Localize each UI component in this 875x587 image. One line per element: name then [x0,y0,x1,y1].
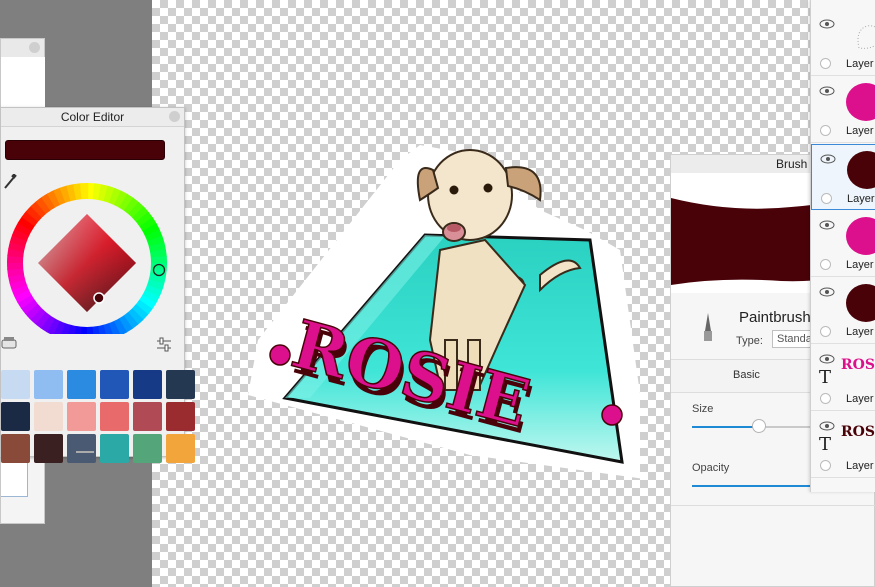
layer-thumbnail [846,284,875,322]
rosie-sticker-artwork[interactable]: ROSIE ROSIE [240,140,640,490]
layers-panel: Layer Layer Layer Layer Layer T ROSIE Layer T ROS… [810,0,875,492]
layer-name: Layer [846,58,874,70]
palette-swatch[interactable] [1,370,30,399]
left-dot [269,344,291,366]
layer-select-radio[interactable] [820,259,831,270]
layer-select-radio[interactable] [820,393,831,404]
palette-row [1,434,195,463]
palette-swatch[interactable] [1,434,30,463]
layer-name: Layer [846,326,874,338]
close-icon[interactable] [169,111,180,122]
paintbrush-icon [704,313,712,341]
eye-icon[interactable] [819,286,835,298]
brush-type-label: Type: [736,335,763,347]
divider [671,505,875,506]
eye-icon[interactable] [819,420,835,432]
text-layer-icon: T [819,367,832,388]
layer-select-radio[interactable] [821,193,832,204]
palette-swatch[interactable] [166,370,195,399]
palette-row [1,370,195,399]
navigator-header [1,39,44,58]
eyedropper-icon[interactable] [4,174,17,189]
color-handle[interactable] [93,292,105,304]
palette-swatch[interactable] [100,402,129,431]
layer-name: Layer [846,125,874,137]
layer-row[interactable]: Layer [811,10,875,76]
size-slider-handle[interactable] [751,419,766,433]
palette-swatch[interactable] [133,370,162,399]
color-editor-panel: Color Editor [0,107,195,463]
opacity-label: Opacity [692,462,730,474]
layer-row[interactable]: T ROSIE Layer [811,412,875,478]
palette-swatch[interactable] [67,434,96,463]
size-slider-fill [692,426,759,428]
layer-select-radio[interactable] [820,460,831,471]
brush-tool-icon[interactable] [1,334,19,354]
palette-swatch[interactable] [34,402,63,431]
layer-name: Layer [846,460,874,472]
eye-icon[interactable] [819,219,835,231]
palette-swatch[interactable] [67,402,96,431]
color-editor-title: Color Editor [1,108,184,127]
palette-swatch[interactable] [166,402,195,431]
brush-name: Paintbrush [739,309,811,326]
palette-swatch[interactable] [133,434,162,463]
layer-thumbnail: ROSIE [841,424,875,440]
layer-row[interactable]: Layer [811,211,875,277]
resize-grip[interactable] [76,451,94,453]
layer-row[interactable]: T ROSIE Layer [811,345,875,411]
layer-name: Layer [846,393,874,405]
layer-select-radio[interactable] [820,58,831,69]
palette-swatch[interactable] [133,402,162,431]
eye-icon[interactable] [819,353,835,365]
eye-icon[interactable] [819,85,835,97]
right-dot [601,404,623,426]
palette-swatch[interactable] [34,434,63,463]
color-wheel[interactable] [1,174,181,334]
layer-name: Layer [846,259,874,271]
size-label: Size [692,403,714,415]
sliders-icon[interactable] [155,336,173,354]
palette-row [1,402,195,431]
tab-basic-label: Basic [733,369,760,381]
layer-thumbnail [857,25,875,49]
palette-swatch[interactable] [166,434,195,463]
layer-select-radio[interactable] [820,326,831,337]
palette-swatch[interactable] [67,370,96,399]
layer-thumbnail [847,151,875,189]
layer-select-radio[interactable] [820,125,831,136]
palette-swatch[interactable] [34,370,63,399]
text-layer-icon: T [819,434,832,455]
close-icon[interactable] [29,42,40,53]
layer-row[interactable]: Layer [811,278,875,344]
layer-row[interactable]: Layer [811,77,875,143]
layer-thumbnail: ROSIE [841,357,875,373]
layer-thumbnail [846,83,875,121]
eye-icon[interactable] [820,153,836,165]
eye-icon[interactable] [819,18,835,30]
layer-row[interactable]: Layer [811,144,875,210]
layer-name: Layer [847,193,875,205]
palette-swatch[interactable] [1,402,30,431]
palette-swatch[interactable] [100,434,129,463]
palette-swatch[interactable] [100,370,129,399]
layer-thumbnail [846,217,875,255]
current-color-swatch[interactable] [5,140,165,160]
